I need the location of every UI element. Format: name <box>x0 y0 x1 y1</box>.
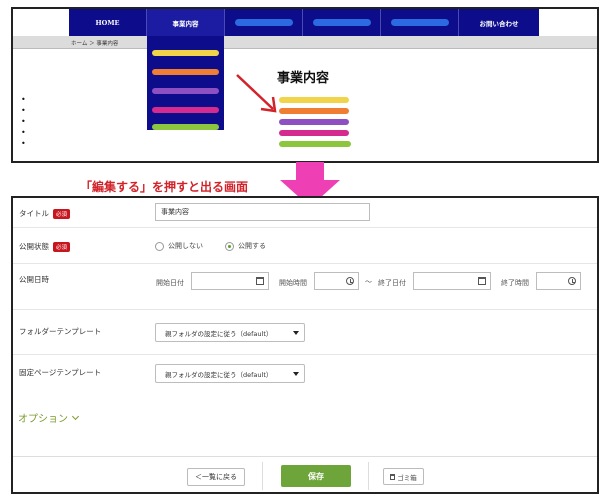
nav-placeholder-2[interactable] <box>303 9 381 36</box>
end-date-input[interactable] <box>413 272 491 290</box>
status-label: 公開状態 必須 <box>19 241 71 252</box>
required-badge: 必須 <box>53 241 71 252</box>
back-to-list-button[interactable]: ＜一覧に戻る <box>187 468 245 486</box>
status-row: 公開状態 必須 公開しない 公開する <box>13 228 597 264</box>
datetime-label-text: 公開日時 <box>19 275 49 284</box>
divider <box>368 462 369 490</box>
clock-icon[interactable] <box>346 277 354 285</box>
radio-circle-selected[interactable] <box>225 241 234 251</box>
content-item <box>279 141 351 147</box>
page-template-select[interactable]: 親フォルダの設定に従う（default） <box>155 364 305 383</box>
folder-template-row: フォルダーテンプレート 親フォルダの設定に従う（default） <box>13 310 597 355</box>
folder-template-value: 親フォルダの設定に従う（default） <box>165 329 273 338</box>
title-label-text: タイトル <box>19 209 49 218</box>
calendar-icon[interactable] <box>256 277 264 285</box>
nav-dropdown-menu <box>147 36 224 130</box>
dropdown-item[interactable] <box>152 69 219 75</box>
start-time-input[interactable] <box>314 272 359 290</box>
dropdown-item[interactable] <box>152 50 219 56</box>
nav-placeholder-pill <box>312 19 371 26</box>
options-label: オプション <box>18 414 68 425</box>
nav-placeholder-pill <box>234 19 293 26</box>
dropdown-item[interactable] <box>152 107 219 113</box>
breadcrumb: ホーム ＞ 事業内容 <box>71 41 119 47</box>
content-item <box>279 108 349 114</box>
page-template-value: 親フォルダの設定に従う（default） <box>165 370 273 379</box>
list-bullet: • <box>21 128 26 137</box>
datetime-label: 公開日時 <box>19 274 49 285</box>
red-arrow-icon <box>236 74 277 113</box>
start-date-input[interactable] <box>191 272 269 290</box>
nav-contact[interactable]: お問い合わせ <box>459 9 539 36</box>
list-bullet: • <box>21 139 26 148</box>
datetime-row: 公開日時 開始日付 開始時間 〜 終了日付 終了時間 <box>13 264 597 310</box>
page-template-label: 固定ページテンプレート <box>19 367 101 378</box>
breadcrumb-bar: ホーム ＞ 事業内容 <box>13 36 597 49</box>
folder-template-label-text: フォルダーテンプレート <box>19 327 102 336</box>
end-time-input[interactable] <box>536 272 581 290</box>
page-template-row: 固定ページテンプレート 親フォルダの設定に従う（default） <box>13 355 597 395</box>
save-button[interactable]: 保存 <box>281 465 351 487</box>
dropdown-item[interactable] <box>152 124 219 130</box>
caret-down-icon <box>293 331 299 335</box>
caret-down-icon <box>293 372 299 376</box>
content-item <box>279 97 349 103</box>
dropdown-item[interactable] <box>152 88 219 94</box>
radio-unpublished[interactable]: 公開しない <box>155 241 203 251</box>
nav-placeholder-3[interactable] <box>381 9 459 36</box>
title-label: タイトル 必須 <box>19 208 71 219</box>
page-template-label-text: 固定ページテンプレート <box>19 368 102 377</box>
radio-published[interactable]: 公開する <box>225 241 266 251</box>
radio-unpublished-label: 公開しない <box>168 242 203 250</box>
trash-button-label: ゴミ箱 <box>397 473 417 482</box>
start-time-label: 開始時間 <box>279 279 307 287</box>
content-item <box>279 130 349 136</box>
content-item <box>279 119 349 125</box>
nav-placeholder-pill <box>390 19 449 26</box>
nav-placeholder-1[interactable] <box>225 9 303 36</box>
trash-icon <box>390 473 396 480</box>
folder-template-select[interactable]: 親フォルダの設定に従う（default） <box>155 323 305 342</box>
list-bullet: • <box>21 106 26 115</box>
status-label-text: 公開状態 <box>19 242 49 251</box>
trash-button[interactable]: ゴミ箱 <box>383 468 424 485</box>
end-date-label: 終了日付 <box>378 279 406 287</box>
form-footer: ＜一覧に戻る 保存 ゴミ箱 <box>13 456 597 492</box>
site-preview-panel: HOME 事業内容 お問い合わせ ホーム ＞ 事業内容 事業内容 • • • •… <box>11 7 599 163</box>
nav-business[interactable]: 事業内容 <box>147 9 225 36</box>
start-date-label: 開始日付 <box>156 279 184 287</box>
radio-circle[interactable] <box>155 241 164 251</box>
title-input[interactable]: 事業内容 <box>155 203 370 221</box>
top-navigation: HOME 事業内容 お問い合わせ <box>69 9 539 36</box>
required-badge: 必須 <box>53 208 71 219</box>
clock-icon[interactable] <box>568 277 576 285</box>
chevron-down-icon <box>71 412 80 420</box>
end-time-label: 終了時間 <box>501 279 529 287</box>
caption-text: 「編集する」を押すと出る画面 <box>80 180 249 194</box>
bullet-list: • • • • • <box>21 94 26 149</box>
divider <box>262 462 263 490</box>
list-bullet: • <box>21 117 26 126</box>
title-row: タイトル 必須 事業内容 <box>13 198 597 228</box>
folder-template-label: フォルダーテンプレート <box>19 326 101 337</box>
edit-form-panel: タイトル 必須 事業内容 公開状態 必須 公開しない 公開する 公開日時 開始日… <box>11 196 599 494</box>
tilde-separator: 〜 <box>365 278 372 286</box>
radio-published-label: 公開する <box>238 242 266 250</box>
list-bullet: • <box>21 95 26 104</box>
options-toggle[interactable]: オプション <box>18 410 80 425</box>
preview-page-title: 事業内容 <box>277 71 330 86</box>
nav-home[interactable]: HOME <box>69 9 147 36</box>
calendar-icon[interactable] <box>478 277 486 285</box>
